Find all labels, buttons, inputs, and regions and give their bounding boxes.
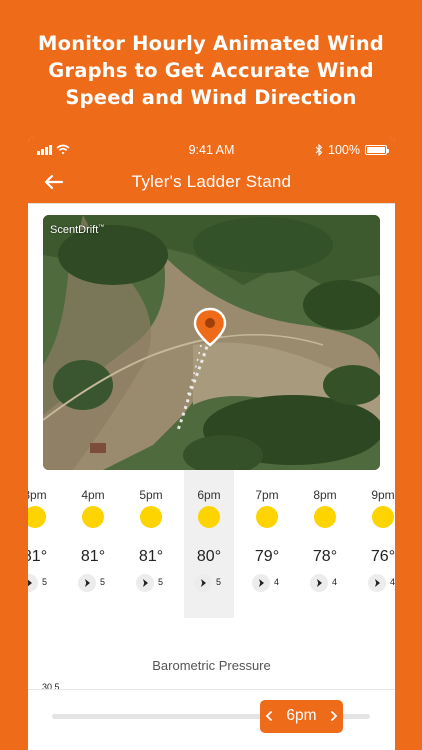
- hour-column[interactable]: 5pm 81° 5: [126, 470, 176, 618]
- hour-time: 8pm: [313, 488, 337, 502]
- barometric-value: 30.5: [42, 682, 60, 692]
- hour-temperature: 76°: [370, 548, 395, 565]
- bluetooth-icon: [315, 144, 323, 156]
- hour-column[interactable]: 7pm 79° 4: [242, 470, 292, 618]
- sun-icon: [372, 506, 394, 528]
- sun-icon: [256, 506, 278, 528]
- hour-time: 7pm: [255, 488, 279, 502]
- page-title: Tyler's Ladder Stand: [131, 172, 292, 191]
- hour-time: 4pm: [81, 488, 105, 502]
- nav-divider: [28, 203, 395, 204]
- wind-direction-icon: [78, 574, 96, 592]
- wind-speed: 5: [100, 577, 106, 587]
- map-brand-trademark: ™: [98, 224, 105, 231]
- hour-time: 3pm: [28, 488, 47, 502]
- hour-column[interactable]: 6pm 80° 5: [184, 470, 234, 618]
- nav-bar: Tyler's Ladder Stand: [28, 163, 395, 203]
- wind-direction-icon: [194, 574, 212, 592]
- hour-column[interactable]: 8pm 78° 4: [300, 470, 350, 618]
- wind-speed: 5: [42, 577, 48, 587]
- satellite-map[interactable]: ScentDrift™: [43, 215, 380, 470]
- headline-line-3: Speed and Wind Direction: [65, 86, 357, 109]
- wind-direction-icon: [368, 574, 386, 592]
- hour-time: 5pm: [139, 488, 163, 502]
- sun-icon: [140, 506, 162, 528]
- barometric-title: Barometric Pressure: [152, 658, 271, 673]
- location-pin-icon[interactable]: [193, 307, 227, 347]
- hour-time: 9pm: [371, 488, 395, 502]
- battery-icon: [365, 145, 389, 155]
- map-brand-text: ScentDrift: [50, 224, 99, 236]
- wind-speed: 4: [274, 577, 280, 587]
- time-slider-thumb[interactable]: 6pm: [260, 700, 343, 733]
- headline-line-2: Graphs to Get Accurate Wind: [48, 59, 374, 82]
- wind-direction-icon: [28, 574, 38, 592]
- sun-icon: [28, 506, 46, 528]
- wind-speed: 5: [158, 577, 164, 587]
- promo-headline: Monitor Hourly Animated Wind Graphs to G…: [0, 30, 422, 111]
- hour-temperature: 78°: [312, 548, 338, 565]
- wind-direction-icon: [252, 574, 270, 592]
- barometric-graph-line: [28, 689, 395, 690]
- hour-column[interactable]: 4pm 81° 5: [68, 470, 118, 618]
- status-bar: 9:41 AM 100%: [28, 137, 395, 163]
- hourly-forecast: 3pm 81° 5 4pm 81° 5 5pm 81° 5 6pm 80° 5 7pm 79° 4 8pm 78…: [28, 470, 395, 618]
- hour-temperature: 81°: [138, 548, 164, 565]
- hour-temperature: 79°: [254, 548, 280, 565]
- wind-direction-icon: [136, 574, 154, 592]
- hour-temperature: 81°: [80, 548, 106, 565]
- wind-speed: 4: [332, 577, 338, 587]
- chevron-right-icon[interactable]: [329, 708, 339, 724]
- headline-line-1: Monitor Hourly Animated Wind: [38, 32, 384, 55]
- battery-percent: 100%: [328, 143, 360, 157]
- map-brand-label: ScentDrift™: [50, 224, 104, 236]
- hour-column[interactable]: 3pm 81° 5: [28, 470, 60, 618]
- wind-speed: 5: [216, 577, 222, 587]
- sun-icon: [82, 506, 104, 528]
- hour-time: 6pm: [197, 488, 221, 502]
- wind-speed: 4: [390, 577, 395, 587]
- sun-icon: [198, 506, 220, 528]
- sun-icon: [314, 506, 336, 528]
- wind-direction-icon: [310, 574, 328, 592]
- hour-temperature: 80°: [196, 548, 222, 565]
- hour-temperature: 81°: [28, 548, 48, 565]
- status-right: 100%: [315, 143, 389, 157]
- phone-screen: 9:41 AM 100% Tyler's Ladder Stand ScentD…: [28, 137, 395, 750]
- hour-column[interactable]: 9pm 76° 4: [358, 470, 395, 618]
